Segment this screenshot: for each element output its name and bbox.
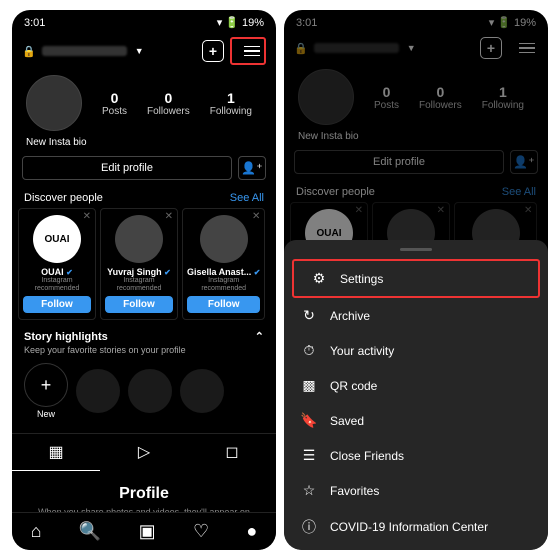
stat-following[interactable]: 1Following (210, 90, 252, 117)
nav-reels-icon[interactable]: ▣ (139, 521, 156, 542)
suggestion-card[interactable]: ✕OUAIOUAI ✔InstagramrecommendedFollow (18, 208, 96, 320)
plus-icon: + (24, 363, 68, 407)
status-time: 3:01 (24, 17, 45, 29)
menu-activity[interactable]: ⏱Your activity (284, 333, 548, 368)
settings-highlight: ⚙Settings (292, 259, 540, 298)
lock-icon: 🔒 (22, 45, 36, 58)
close-icon[interactable]: ✕ (83, 211, 91, 222)
follow-button[interactable]: Follow (187, 296, 260, 313)
chevron-down-icon[interactable]: ▼ (135, 46, 144, 56)
profile-avatar[interactable] (26, 75, 82, 131)
tab-tagged[interactable]: ◻ (188, 434, 276, 471)
phone-right: 3:01▾🔋19% 🔒▼+ 0Posts0Followers1Following… (284, 10, 548, 550)
battery-pct: 19% (242, 17, 264, 29)
gear-icon: ⚙ (310, 270, 328, 287)
archive-icon: ↻ (300, 307, 318, 324)
stats: 0Posts 0Followers 1Following (92, 90, 262, 117)
story-subtitle: Keep your favorite stories on your profi… (12, 345, 276, 355)
menu-qr[interactable]: ▩QR code (284, 368, 548, 403)
highlight-placeholder (180, 369, 224, 413)
discover-cards: ✕OUAIOUAI ✔InstagramrecommendedFollow ✕Y… (12, 208, 276, 320)
verified-icon: ✔ (164, 268, 171, 277)
profile-header: 🔒 ▼ + (12, 31, 276, 71)
tab-grid[interactable]: ▦ (12, 434, 100, 471)
list-icon: ☰ (300, 447, 318, 464)
menu-archive[interactable]: ↻Archive (284, 298, 548, 333)
status-right: ▾ 🔋 19% (217, 16, 264, 29)
tab-reels[interactable]: ▷ (100, 434, 188, 471)
highlight-placeholder (76, 369, 120, 413)
follow-button[interactable]: Follow (105, 296, 173, 313)
bio-text: New Insta bio (12, 135, 276, 150)
bookmark-icon: 🔖 (300, 412, 318, 429)
bottom-nav: ⌂ 🔍 ▣ ♡ ● (12, 512, 276, 550)
suggestion-card[interactable]: ✕Gisella Anast... ✔InstagramrecommendedF… (182, 208, 265, 320)
star-icon: ☆ (300, 482, 318, 499)
username[interactable] (42, 46, 127, 56)
card-avatar (115, 215, 163, 263)
card-avatar (200, 215, 248, 263)
stat-followers[interactable]: 0Followers (147, 90, 190, 117)
menu-covid[interactable]: ⓘCOVID-19 Information Center (284, 508, 548, 546)
status-bar: 3:01 ▾ 🔋 19% (12, 10, 276, 31)
menu-highlight (230, 37, 266, 65)
button-row: Edit profile 👤⁺ (12, 150, 276, 186)
nav-activity-icon[interactable]: ♡ (193, 521, 209, 542)
menu-sheet: ⚙Settings ↻Archive ⏱Your activity ▩QR co… (284, 240, 548, 550)
profile-tabs: ▦ ▷ ◻ (12, 433, 276, 471)
highlights-row: +New (12, 355, 276, 427)
suggestion-card[interactable]: ✕Yuvraj Singh ✔InstagramrecommendedFollo… (100, 208, 178, 320)
discover-title: Discover people (24, 192, 103, 204)
discover-people-button[interactable]: 👤⁺ (238, 156, 266, 180)
create-button[interactable]: + (202, 40, 224, 62)
stat-posts[interactable]: 0Posts (102, 90, 127, 117)
highlight-new[interactable]: +New (24, 363, 68, 419)
battery-icon: 🔋 (225, 16, 239, 29)
info-icon: ⓘ (300, 517, 318, 537)
close-icon[interactable]: ✕ (165, 211, 173, 222)
follow-button[interactable]: Follow (23, 296, 91, 313)
verified-icon: ✔ (254, 268, 261, 277)
activity-icon: ⏱ (300, 342, 318, 359)
menu-saved[interactable]: 🔖Saved (284, 403, 548, 438)
phone-left: 3:01 ▾ 🔋 19% 🔒 ▼ + 0Posts 0Followers 1Fo… (12, 10, 276, 550)
profile-row: 0Posts 0Followers 1Following (12, 71, 276, 135)
chevron-up-icon: ⌃ (255, 330, 264, 343)
sheet-handle[interactable] (400, 248, 432, 251)
edit-profile-button[interactable]: Edit profile (22, 156, 232, 180)
qr-icon: ▩ (300, 377, 318, 394)
wifi-icon: ▾ (217, 16, 223, 29)
nav-home-icon[interactable]: ⌂ (31, 521, 42, 542)
menu-favorites[interactable]: ☆Favorites (284, 473, 548, 508)
close-icon[interactable]: ✕ (252, 211, 260, 222)
verified-icon: ✔ (66, 268, 73, 277)
menu-settings[interactable]: ⚙Settings (294, 261, 538, 296)
card-avatar: OUAI (33, 215, 81, 263)
menu-close-friends[interactable]: ☰Close Friends (284, 438, 548, 473)
story-header[interactable]: Story highlights⌃ (12, 320, 276, 345)
hamburger-menu-button[interactable] (241, 40, 263, 62)
discover-header: Discover people See All (12, 186, 276, 208)
nav-profile-icon[interactable]: ● (246, 521, 257, 542)
highlight-placeholder (128, 369, 172, 413)
see-all-link[interactable]: See All (230, 192, 264, 204)
empty-title: Profile (32, 485, 256, 503)
nav-search-icon[interactable]: 🔍 (79, 521, 101, 542)
